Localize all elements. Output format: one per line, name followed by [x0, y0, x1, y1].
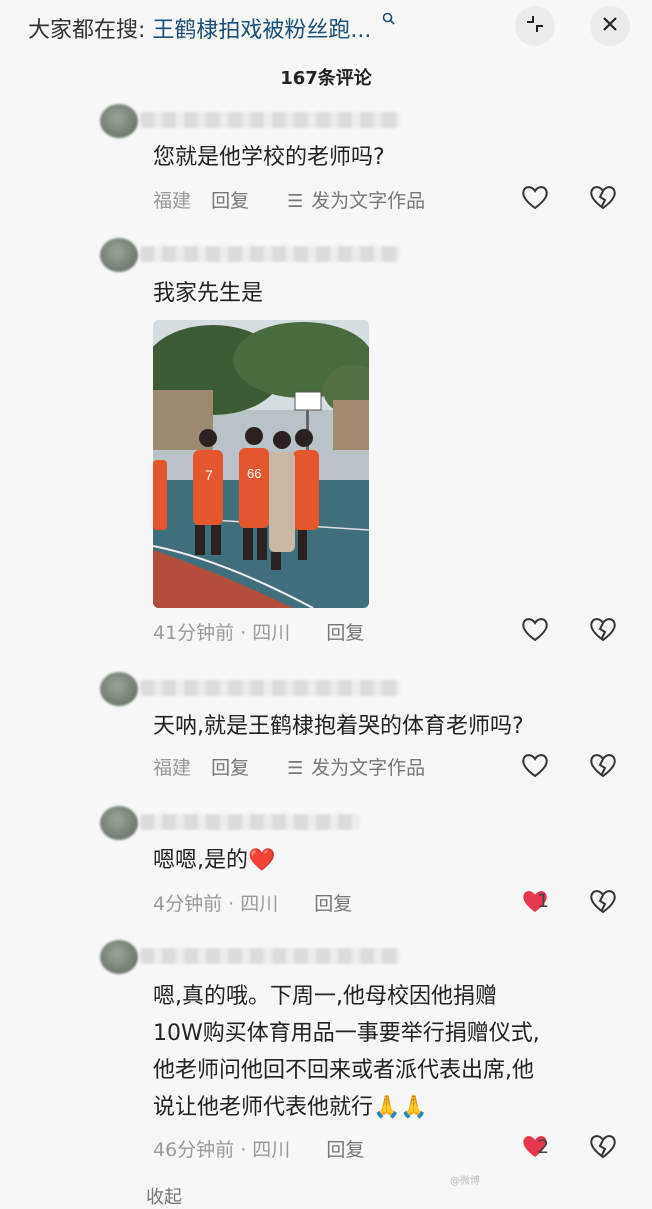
comment-meta: 46分钟前 · 四川 回复 — [153, 1135, 378, 1162]
jersey-number: 7 — [205, 467, 213, 483]
comment-text: 您就是他学校的老师吗? — [153, 145, 385, 170]
username-blurred[interactable] — [140, 680, 400, 696]
comment-time-location: 46分钟前 · 四川 — [153, 1139, 291, 1161]
comment-meta: 福建 回复 ☰ 发为文字作品 — [153, 753, 453, 780]
heart-outline-icon — [522, 754, 548, 778]
broken-heart-icon — [590, 754, 616, 778]
avatar[interactable] — [100, 940, 138, 974]
comment-text: 我家先生是 — [153, 281, 264, 306]
publish-as-text-button[interactable]: ☰ 发为文字作品 — [287, 190, 439, 212]
jersey-number: 66 — [247, 466, 261, 481]
avatar[interactable] — [100, 238, 138, 272]
dislike-button[interactable] — [588, 614, 622, 648]
broken-heart-icon — [590, 186, 616, 210]
heart-outline-icon — [522, 186, 548, 210]
close-icon — [601, 14, 619, 38]
comment-time-location: 4分钟前 · 四川 — [153, 893, 279, 915]
like-button[interactable] — [520, 614, 554, 648]
comment-line: 说让他老师代表他就行🙏🙏 — [153, 1095, 428, 1120]
comment-count-title: 167条评论 — [280, 68, 372, 89]
username-blurred[interactable] — [140, 246, 400, 262]
comment-text: 嗯,真的哦。下周一,他母校因他捐赠 10W购买体育用品一事要举行捐赠仪式, 他老… — [153, 978, 540, 1126]
comment-meta: 41分钟前 · 四川 回复 — [153, 618, 378, 645]
like-button[interactable] — [520, 182, 554, 216]
comment-line: 10W购买体育用品一事要举行捐赠仪式, — [153, 1021, 540, 1046]
lines-icon: ☰ — [287, 191, 304, 212]
dislike-button[interactable] — [588, 750, 622, 784]
reply-button[interactable]: 回复 — [211, 190, 249, 212]
avatar[interactable] — [100, 672, 138, 706]
reply-button[interactable]: 回复 — [326, 622, 364, 644]
username-blurred[interactable] — [140, 814, 360, 830]
comment-line: 嗯,真的哦。下周一,他母校因他捐赠 — [153, 984, 497, 1009]
comment-location: 福建 — [153, 757, 192, 779]
like-button[interactable] — [520, 750, 554, 784]
search-query-link[interactable]: 王鹤棣拍戏被粉丝跑... — [152, 18, 371, 43]
comment-text: 嗯嗯,是的❤️ — [153, 848, 276, 873]
broken-heart-icon — [590, 618, 616, 642]
comment-meta: 4分钟前 · 四川 回复 — [153, 889, 366, 916]
comment-text: 天呐,就是王鹤棣抱着哭的体育老师吗? — [153, 714, 524, 739]
search-prefix: 大家都在搜: — [28, 18, 146, 43]
username-blurred[interactable] — [140, 112, 400, 128]
heart-outline-icon — [522, 618, 548, 642]
avatar[interactable] — [100, 104, 138, 138]
broken-heart-icon — [590, 890, 616, 914]
search-suggestion[interactable]: 大家都在搜: 王鹤棣拍戏被粉丝跑... — [28, 12, 395, 44]
comment-time-location: 41分钟前 · 四川 — [153, 622, 291, 644]
close-button[interactable] — [590, 6, 630, 46]
comment-line: 他老师问他回不回来或者派代表出席,他 — [153, 1058, 534, 1083]
top-search-bar: 大家都在搜: 王鹤棣拍戏被粉丝跑... — [0, 0, 652, 50]
search-icon[interactable] — [382, 12, 395, 29]
comment-location: 福建 — [153, 190, 192, 212]
publish-as-text-button[interactable]: ☰ 发为文字作品 — [287, 757, 439, 779]
like-count: 2 — [537, 1136, 550, 1158]
collapse-button[interactable]: 收起 — [146, 1183, 182, 1209]
like-count: 1 — [537, 890, 550, 912]
watermark: @微博 — [450, 1176, 480, 1187]
shrink-icon — [524, 13, 546, 40]
broken-heart-icon — [590, 1135, 616, 1159]
lines-icon: ☰ — [287, 758, 304, 779]
shrink-button[interactable] — [515, 6, 555, 46]
username-blurred[interactable] — [140, 948, 400, 964]
dislike-button[interactable] — [588, 182, 622, 216]
reply-button[interactable]: 回复 — [326, 1139, 364, 1161]
avatar[interactable] — [100, 806, 138, 840]
dislike-button[interactable] — [588, 886, 622, 920]
comment-photo[interactable]: 7 66 — [153, 320, 369, 608]
reply-button[interactable]: 回复 — [314, 893, 352, 915]
reply-button[interactable]: 回复 — [211, 757, 249, 779]
dislike-button[interactable] — [588, 1131, 622, 1165]
comment-meta: 福建 回复 ☰ 发为文字作品 — [153, 186, 453, 213]
